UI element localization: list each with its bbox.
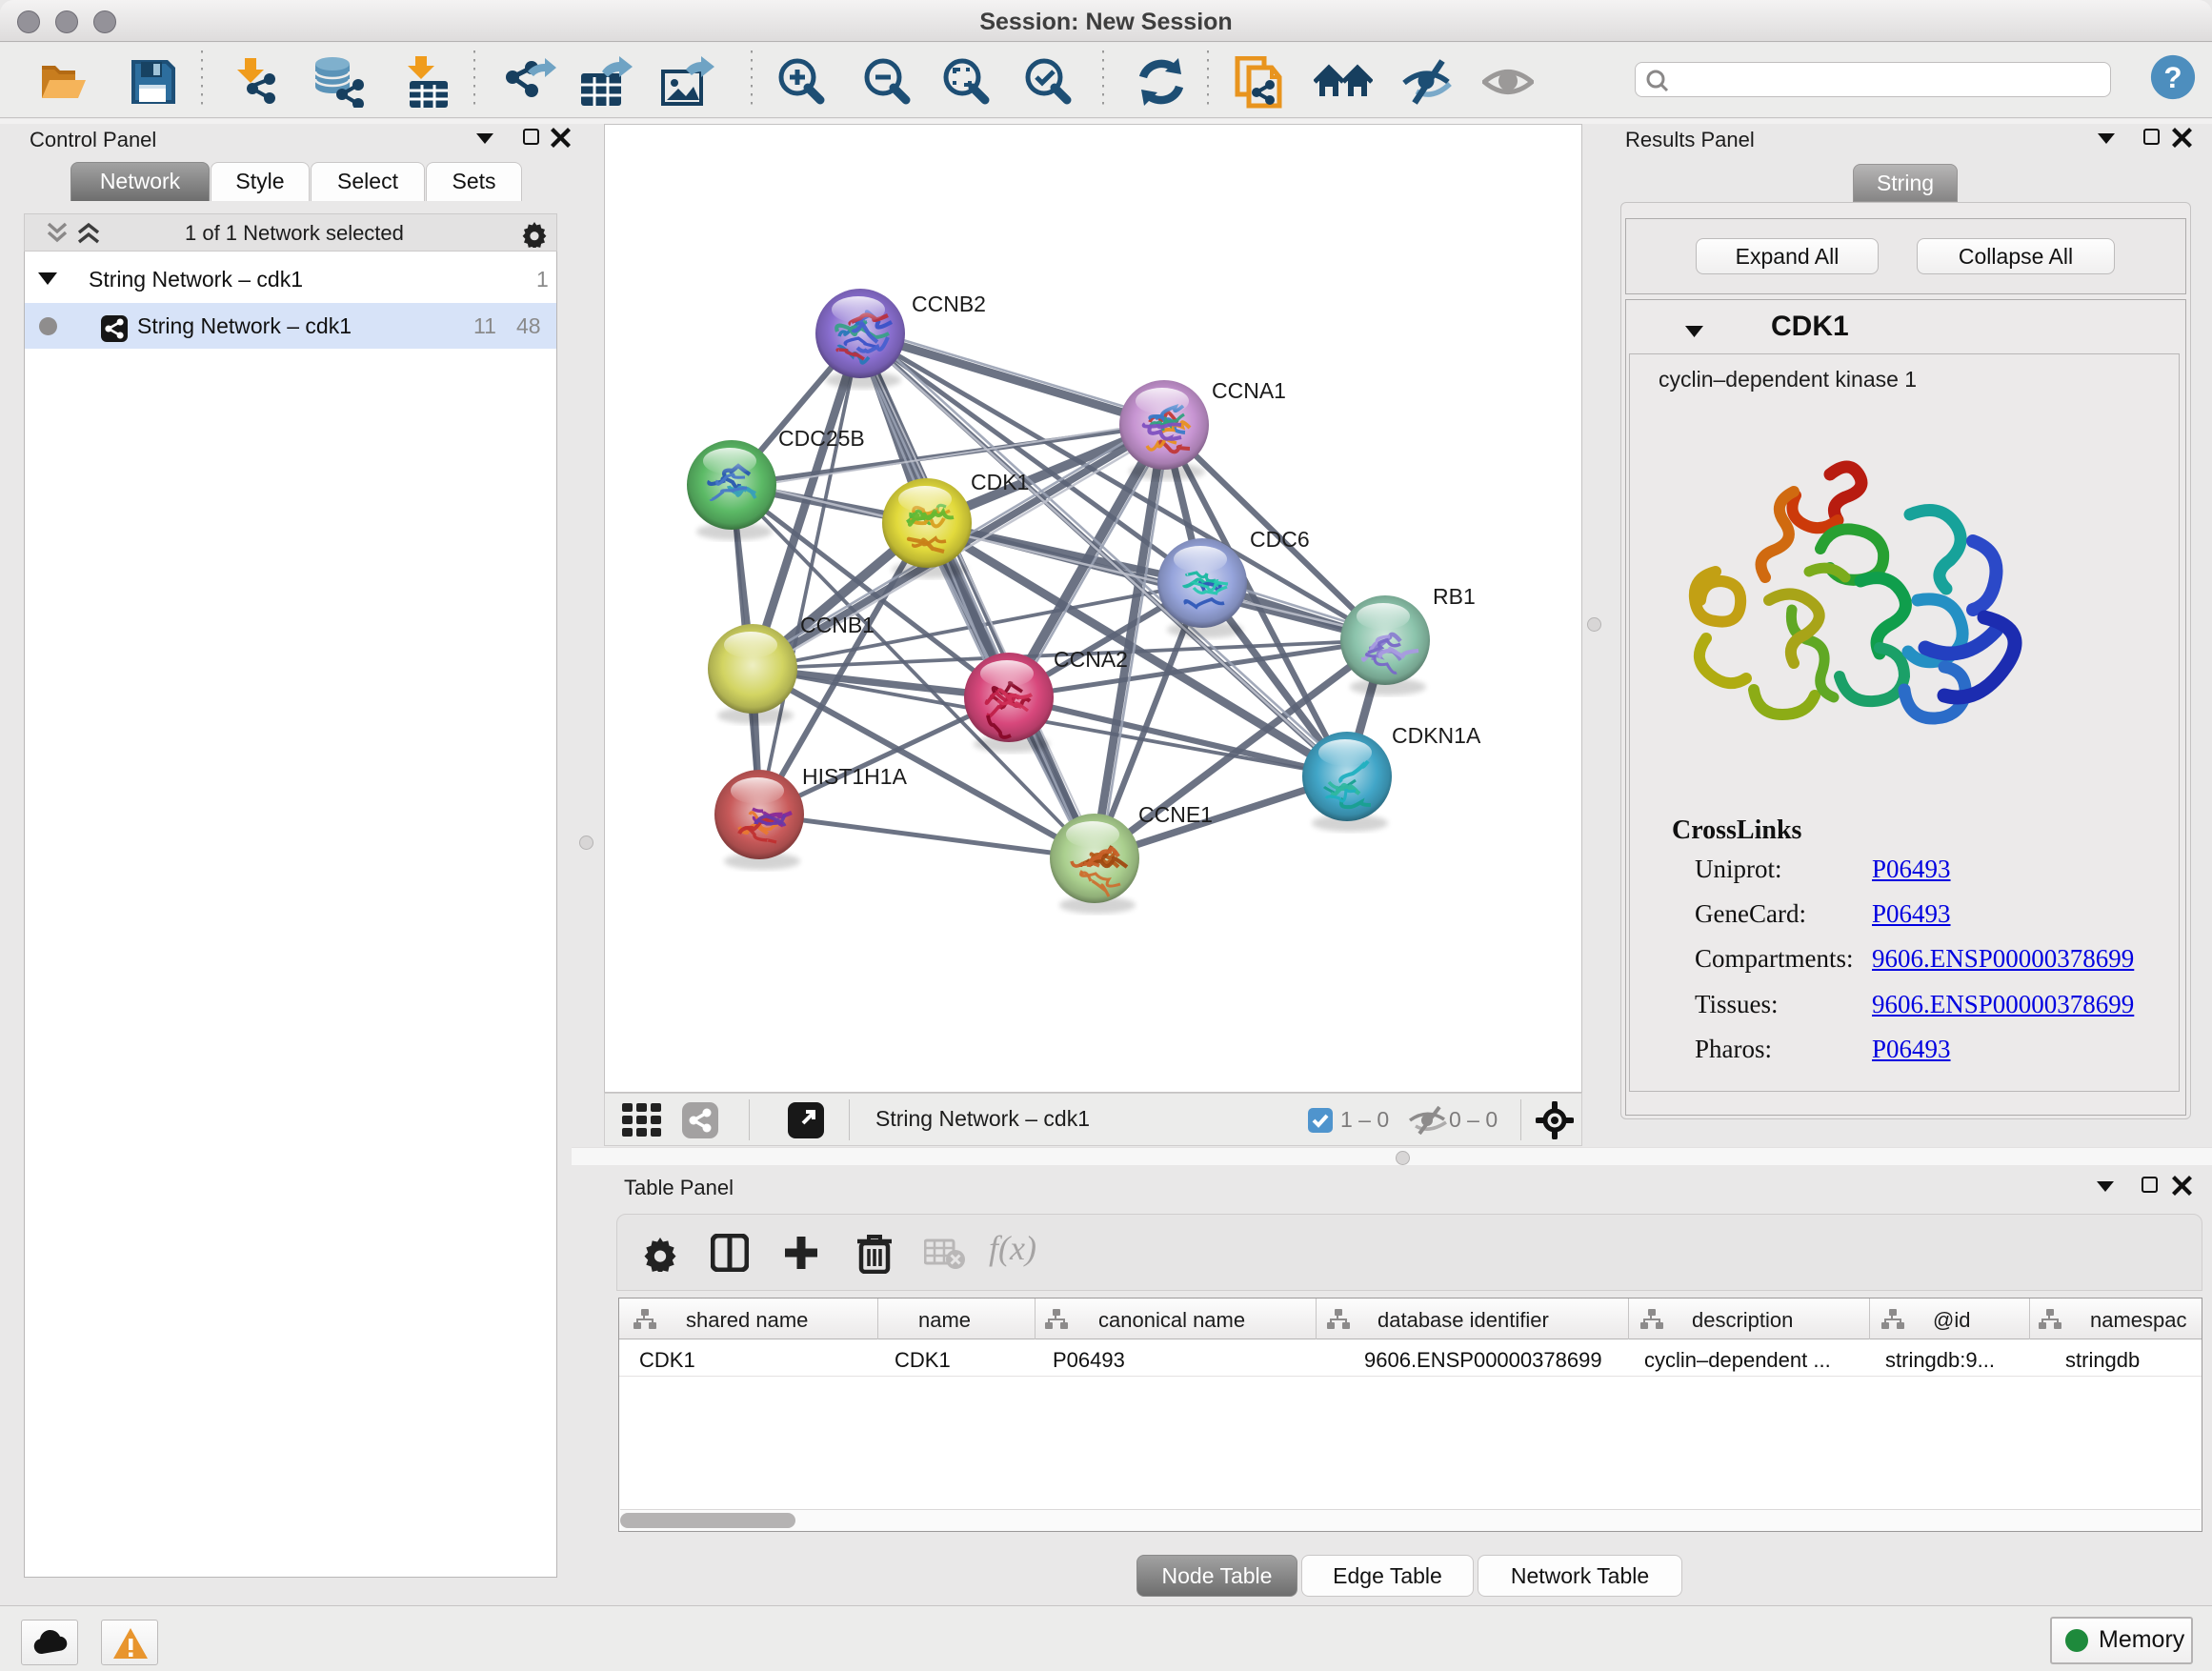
svg-text:CCNB2: CCNB2	[912, 292, 986, 316]
svg-text:?: ?	[2163, 61, 2182, 94]
svg-text:RB1: RB1	[1433, 584, 1476, 609]
svg-text:CDK1: CDK1	[971, 470, 1029, 494]
svg-text:CCNA2: CCNA2	[1054, 647, 1128, 672]
svg-text:CCNA1: CCNA1	[1212, 378, 1286, 403]
svg-text:CCNE1: CCNE1	[1138, 802, 1213, 827]
svg-text:CCNB1: CCNB1	[800, 613, 875, 637]
svg-text:CDKN1A: CDKN1A	[1392, 723, 1481, 748]
svg-text:CDC6: CDC6	[1250, 527, 1310, 552]
svg-text:CDC25B: CDC25B	[778, 426, 865, 451]
svg-text:HIST1H1A: HIST1H1A	[802, 764, 908, 789]
